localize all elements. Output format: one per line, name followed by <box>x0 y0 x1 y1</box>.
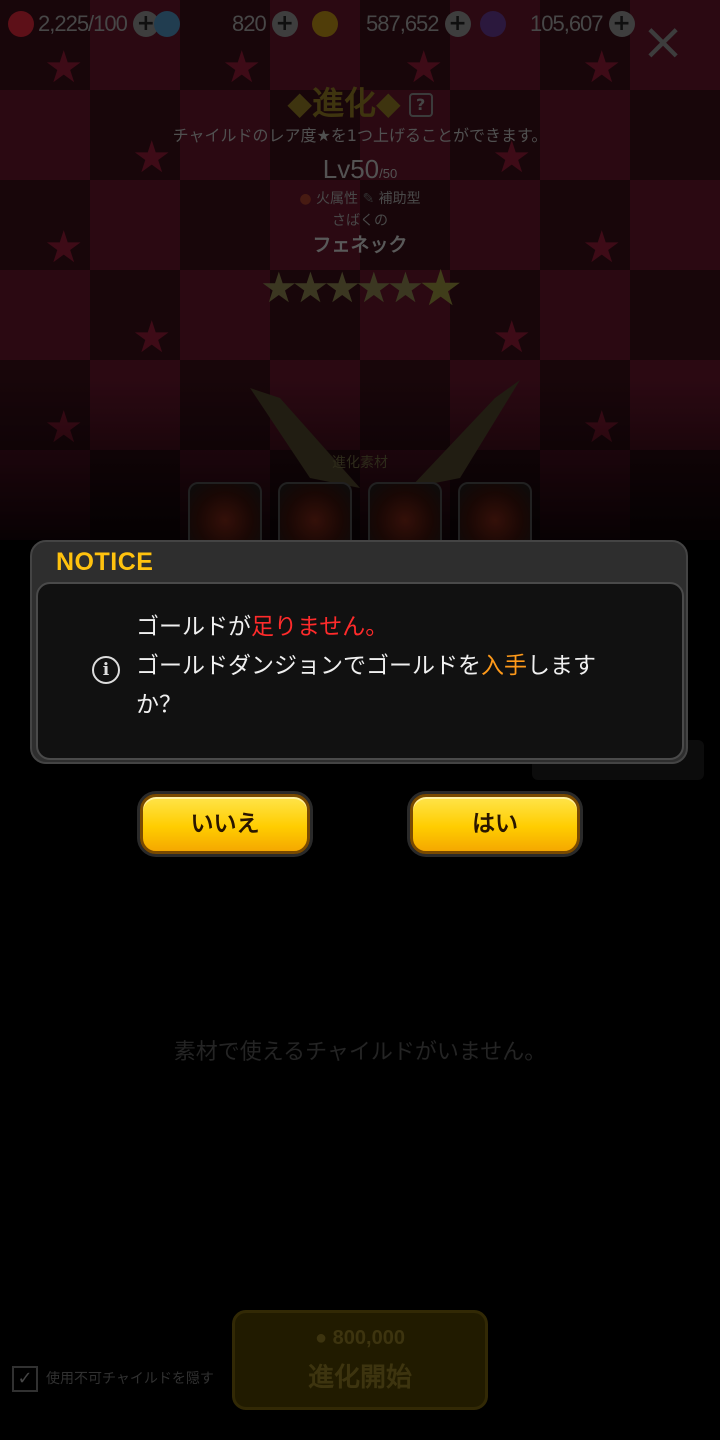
no-button[interactable]: いいえ <box>140 794 310 854</box>
dialog-body: i ゴールドが足りません。 ゴールドダンジョンでゴールドを入手しますか？ <box>36 582 684 760</box>
notice-dialog: NOTICE i ゴールドが足りません。 ゴールドダンジョンでゴールドを入手しま… <box>30 540 688 764</box>
message-text: ゴールドダンジョンでゴールドを <box>136 653 481 679</box>
dialog-title: NOTICE <box>56 548 154 576</box>
info-icon: i <box>92 656 120 684</box>
dialog-message: ゴールドが足りません。 ゴールドダンジョンでゴールドを入手しますか？ <box>136 608 636 725</box>
message-line-1: ゴールドが足りません。 <box>136 608 636 647</box>
message-highlight-orange: 入手 <box>481 653 527 679</box>
message-line-2: ゴールドダンジョンでゴールドを入手しますか？ <box>136 647 636 725</box>
no-button-label: いいえ <box>190 811 260 837</box>
yes-button[interactable]: はい <box>410 794 580 854</box>
message-highlight-red: 足りません。 <box>251 614 389 640</box>
yes-button-label: はい <box>472 811 518 837</box>
message-text: ゴールドが <box>136 614 251 640</box>
